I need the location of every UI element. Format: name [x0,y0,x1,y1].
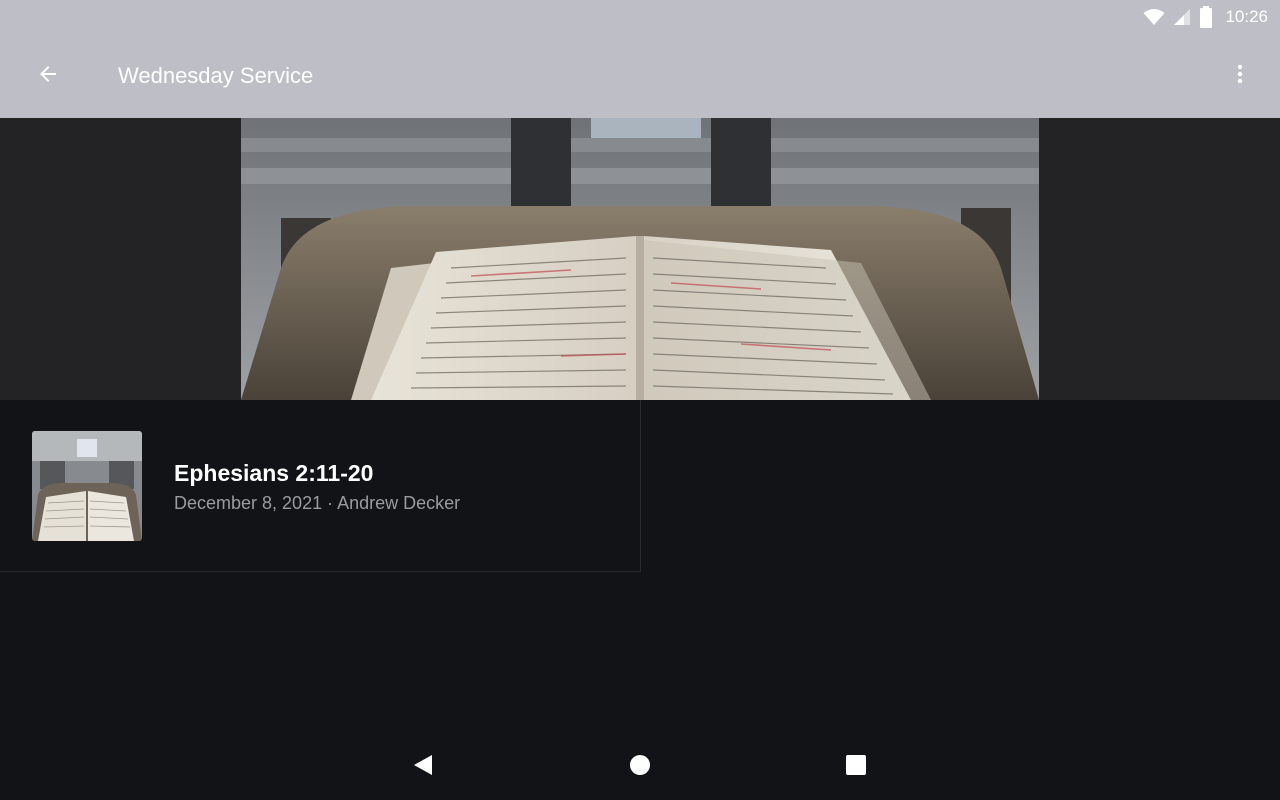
battery-icon [1199,6,1213,28]
home-circle-icon [629,754,651,781]
nav-home-button[interactable] [626,753,654,781]
list-item[interactable]: Ephesians 2:11-20 December 8, 2021 · And… [0,400,641,572]
wifi-icon [1143,8,1165,26]
page-title: Wednesday Service [118,63,314,88]
arrow-back-icon [36,62,60,91]
hero-banner [0,118,1280,400]
back-button[interactable] [24,52,72,100]
meta-separator: · [322,493,338,513]
hero-image [241,118,1039,400]
sermon-thumbnail [32,431,142,541]
sermon-date: December 8, 2021 [174,493,323,513]
system-nav-bar [0,730,1280,800]
back-triangle-icon [412,753,434,782]
sermon-meta: December 8, 2021 · Andrew Decker [174,493,460,514]
nav-back-button[interactable] [409,753,437,781]
sermon-title: Ephesians 2:11-20 [174,460,374,486]
status-icons: 10:26 [1143,6,1268,28]
recents-square-icon [845,754,867,781]
sermon-speaker: Andrew Decker [337,493,461,513]
more-vert-icon [1228,62,1252,91]
status-clock: 10:26 [1225,7,1268,26]
nav-recents-button[interactable] [842,753,870,781]
app-bar: Wednesday Service [0,34,1280,118]
status-bar: 10:26 [0,0,1280,34]
sermon-list: Ephesians 2:11-20 December 8, 2021 · And… [0,400,1280,730]
cell-signal-icon [1173,8,1191,26]
more-options-button[interactable] [1216,52,1264,100]
